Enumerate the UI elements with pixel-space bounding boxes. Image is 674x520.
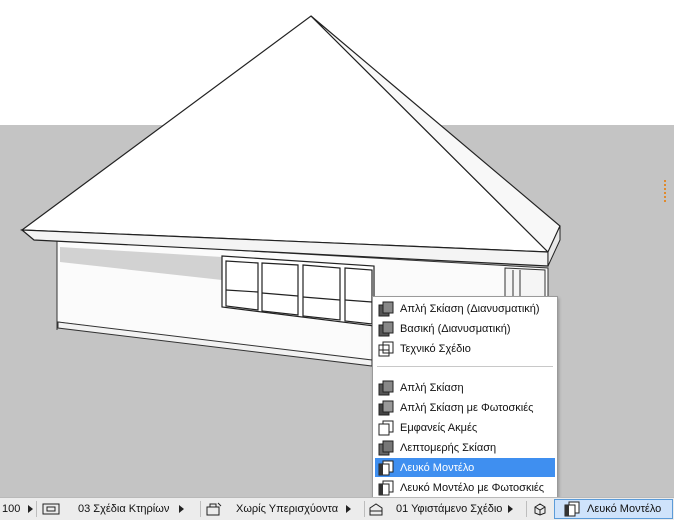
divider — [36, 501, 37, 517]
layout-book-field[interactable]: 03 Σχέδια Κτηρίων — [42, 498, 185, 520]
wireframe-block-icon — [378, 341, 394, 356]
menu-item-simple-shading-shadows[interactable]: Απλή Σκίαση με Φωτοσκιές — [375, 398, 555, 417]
3d-viewport[interactable] — [0, 0, 674, 497]
menu-item-label: Βασική (Διανυσματική) — [400, 322, 511, 335]
structure-display-field[interactable]: 01 Υφιστάμενο Σχέδιο — [368, 498, 514, 520]
edges-block-icon — [378, 420, 394, 435]
arrow-right-icon[interactable] — [346, 505, 352, 513]
white-model-icon — [564, 501, 580, 517]
menu-item-label: Λευκό Μοντέλο με Φωτοσκιές — [400, 481, 545, 494]
menu-item-simple-shading-vector[interactable]: Απλή Σκίαση (Διανυσματική) — [375, 299, 555, 318]
layout-icon — [42, 503, 60, 515]
visual-style-field[interactable]: Λευκό Μοντέλο — [554, 499, 673, 519]
white-model-icon — [378, 460, 394, 475]
structure-icon — [369, 503, 383, 516]
layout-book-label: 03 Σχέδια Κτηρίων — [78, 503, 170, 515]
zoom-value: 100 — [2, 503, 21, 515]
arrow-right-icon[interactable] — [28, 505, 34, 513]
divider — [364, 501, 365, 517]
status-bar: 100 03 Σχέδια Κτηρίων Χωρίς Υπερισχύοντα… — [0, 497, 674, 520]
menu-item-detailed-shading[interactable]: Λεπτομερής Σκίαση — [375, 438, 555, 457]
menu-item-simple-shading[interactable]: Απλή Σκίαση — [375, 378, 555, 397]
menu-item-label: Λευκό Μοντέλο — [400, 461, 475, 474]
3d-projection-button[interactable] — [532, 498, 548, 520]
renovation-filter-label: Χωρίς Υπερισχύοντα — [236, 503, 339, 515]
arrow-right-icon[interactable] — [508, 505, 514, 513]
zoom-field[interactable]: 100 — [2, 498, 34, 520]
menu-item-label: Απλή Σκίαση (Διανυσματική) — [400, 302, 540, 315]
orange-marker — [664, 180, 668, 202]
shaded-block-icon — [378, 301, 394, 316]
menu-item-label: Απλή Σκίαση με Φωτοσκιές — [400, 401, 534, 414]
renovation-icon — [206, 502, 222, 516]
divider — [200, 501, 201, 517]
visual-style-label: Λευκό Μοντέλο — [587, 503, 662, 515]
menu-item-technical-drawing[interactable]: Τεχνικό Σχέδιο — [375, 339, 555, 358]
shaded-block-icon — [378, 440, 394, 455]
menu-item-label: Λεπτομερής Σκίαση — [400, 441, 497, 454]
shaded-block-icon — [378, 380, 394, 395]
arrow-right-icon[interactable] — [179, 505, 185, 513]
menu-item-label: Εμφανείς Ακμές — [400, 421, 478, 434]
divider — [526, 501, 527, 517]
menu-item-label: Τεχνικό Σχέδιο — [400, 342, 471, 355]
renovation-filter-field[interactable]: Χωρίς Υπερισχύοντα — [206, 498, 352, 520]
menu-item-visible-edges[interactable]: Εμφανείς Ακμές — [375, 418, 555, 437]
shaded-block-icon — [378, 321, 394, 336]
white-model-icon — [378, 480, 394, 495]
shaded-block-icon — [378, 400, 394, 415]
menu-separator — [377, 366, 553, 367]
cube-icon — [534, 503, 546, 516]
menu-item-label: Απλή Σκίαση — [400, 381, 464, 394]
menu-item-basic-vector[interactable]: Βασική (Διανυσματική) — [375, 319, 555, 338]
menu-item-white-model-shadows[interactable]: Λευκό Μοντέλο με Φωτοσκιές — [375, 478, 555, 497]
menu-item-white-model[interactable]: Λευκό Μοντέλο — [375, 458, 555, 477]
visual-style-menu: Απλή Σκίαση (Διανυσματική) Βασική (Διανυ… — [372, 296, 558, 501]
structure-display-label: 01 Υφιστάμενο Σχέδιο — [396, 503, 503, 515]
house-3d-model — [0, 0, 674, 497]
